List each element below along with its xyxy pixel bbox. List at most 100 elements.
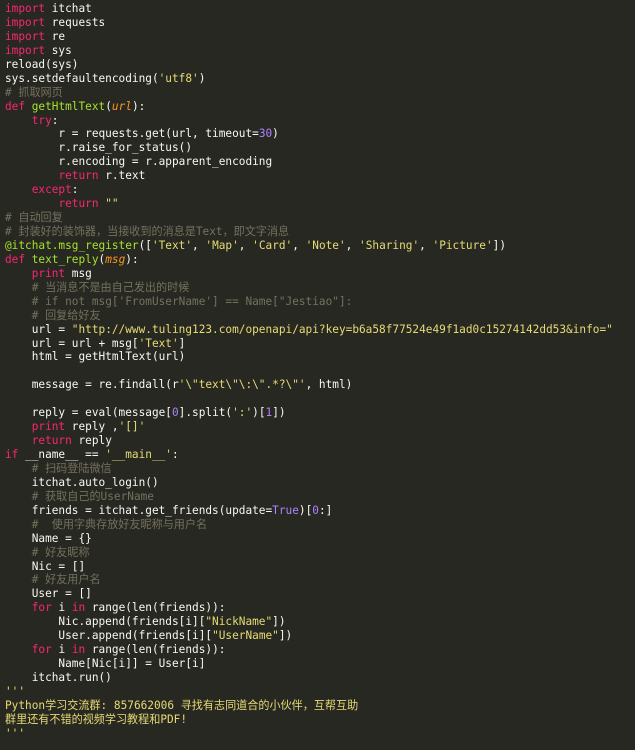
code-token: r.text bbox=[98, 169, 146, 183]
code-token: itchat bbox=[45, 2, 92, 15]
code-line: # 获取自己的UserName bbox=[5, 490, 635, 504]
string-token: ''' bbox=[5, 726, 26, 740]
string-token: 'Card' bbox=[252, 238, 293, 252]
number-token: 0 bbox=[171, 406, 179, 420]
code-line: Name = {} bbox=[5, 532, 635, 546]
code-token: : bbox=[171, 448, 179, 461]
code-line: print reply ,'[]' bbox=[5, 420, 635, 434]
code-token: ) bbox=[198, 71, 206, 85]
code-token: range(len(friends)): bbox=[85, 601, 226, 615]
code-line: def getHtmlText(url): bbox=[5, 100, 635, 114]
parameter-token: url bbox=[111, 99, 132, 113]
code-line: r.encoding = r.apparent_encoding bbox=[5, 155, 635, 169]
parameter-token: msg bbox=[105, 252, 126, 266]
code-token: r.encoding = r.apparent_encoding bbox=[5, 155, 273, 169]
code-line: import sys bbox=[5, 44, 635, 58]
code-token: ( bbox=[105, 99, 112, 113]
code-editor[interactable]: import itchat import requests import re imp… bbox=[0, 0, 635, 750]
string-token: Python学习交流群: 857662006 寻找有志同道合的小伙伴，互帮互助 bbox=[5, 698, 359, 712]
code-token: )[ bbox=[298, 503, 313, 517]
code-token: reply = eval(message[ bbox=[5, 406, 172, 420]
keyword-token: import bbox=[5, 43, 46, 57]
string-token: "http://www.tuling123.com/openapi/api?ke… bbox=[71, 322, 613, 336]
code-line: reply = eval(message[0].split(':')[1]) bbox=[5, 406, 635, 420]
keyword-token: try bbox=[31, 113, 52, 127]
keyword-token: in bbox=[71, 601, 86, 615]
code-line: # 当消息不是由自己发出的时候 bbox=[5, 281, 635, 295]
code-token: html = getHtmlText(url) bbox=[5, 350, 186, 364]
keyword-token: print bbox=[31, 420, 66, 434]
code-line: # 使用字典存放好友昵称与用户名 bbox=[5, 518, 635, 532]
code-token: , bbox=[292, 238, 306, 252]
code-token: , bbox=[238, 238, 253, 252]
keyword-token: def bbox=[5, 252, 26, 266]
comment-token: # 当消息不是由自己发出的时候 bbox=[31, 280, 190, 294]
comment-token: # 回复给好友 bbox=[31, 308, 101, 322]
code-line: Name[Nic[i]] = User[i] bbox=[5, 657, 635, 671]
code-line: import itchat bbox=[5, 2, 635, 16]
code-token: itchat.run() bbox=[5, 671, 112, 684]
code-line: # 抓取网页 bbox=[5, 86, 635, 100]
string-token: "NickName" bbox=[205, 615, 273, 629]
code-line: User.append(friends[i]["UserName"]) bbox=[5, 629, 635, 643]
code-line: ''' bbox=[5, 685, 635, 699]
code-token: reply bbox=[71, 434, 112, 448]
number-token: 30 bbox=[258, 127, 273, 141]
code-line: message = re.findall(r'\"text\"\:\".*?\"… bbox=[5, 378, 635, 392]
code-token: message = re.findall(r bbox=[5, 378, 179, 392]
code-token: friends = itchat.get_friends(update= bbox=[5, 503, 273, 517]
code-token: __name__ == bbox=[18, 448, 106, 461]
code-line: # 好友用户名 bbox=[5, 573, 635, 587]
decorator-token: @itchat.msg_register bbox=[5, 238, 139, 252]
code-token: r.raise_for_status() bbox=[5, 141, 193, 155]
code-token: ): bbox=[131, 99, 146, 113]
code-token: itchat.auto_login() bbox=[5, 475, 159, 489]
string-token: 'Text' bbox=[138, 336, 179, 350]
code-line: return r.text bbox=[5, 169, 635, 183]
code-line: Python学习交流群: 857662006 寻找有志同道合的小伙伴，互帮互助 bbox=[5, 699, 635, 713]
code-token: reload(sys) bbox=[5, 57, 79, 71]
code-token: Name[Nic[i]] = User[i] bbox=[5, 657, 206, 671]
keyword-token: return bbox=[58, 169, 99, 183]
keyword-token: return bbox=[31, 434, 72, 448]
function-name-token: text_reply bbox=[31, 252, 99, 266]
code-line: sys.setdefaultencoding('utf8') bbox=[5, 72, 635, 86]
code-line: itchat.auto_login() bbox=[5, 476, 635, 490]
string-token: 'Sharing' bbox=[359, 238, 420, 252]
code-line: Nic = [] bbox=[5, 560, 635, 574]
code-token: i bbox=[51, 601, 72, 615]
comment-token: # 好友昵称 bbox=[31, 545, 90, 559]
code-token: , bbox=[419, 238, 433, 252]
code-token: Name = {} bbox=[5, 531, 92, 545]
code-line: import re bbox=[5, 30, 635, 44]
code-line: except: bbox=[5, 183, 635, 197]
string-token: ''' bbox=[5, 684, 26, 698]
code-token: msg bbox=[65, 266, 92, 280]
string-token: 'Picture' bbox=[432, 238, 493, 252]
keyword-token: import bbox=[5, 29, 46, 43]
code-line: r.raise_for_status() bbox=[5, 141, 635, 155]
comment-token: # 获取自己的UserName bbox=[31, 489, 154, 503]
function-name-token: getHtmlText bbox=[31, 99, 106, 113]
code-token: : bbox=[51, 113, 59, 127]
string-token: 群里还有不错的视频学习教程和PDF! bbox=[5, 712, 188, 726]
number-token: True bbox=[272, 503, 299, 517]
comment-token: # 扫码登陆微信 bbox=[31, 461, 112, 475]
code-line: # 封装好的装饰器，当接收到的消息是Text，即文字消息 bbox=[5, 225, 635, 239]
code-token: , html) bbox=[305, 378, 353, 392]
code-token: re bbox=[45, 29, 66, 43]
keyword-token: import bbox=[5, 15, 46, 29]
code-line: return reply bbox=[5, 434, 635, 448]
code-token: )[ bbox=[252, 406, 266, 420]
code-line: itchat.run() bbox=[5, 671, 635, 685]
